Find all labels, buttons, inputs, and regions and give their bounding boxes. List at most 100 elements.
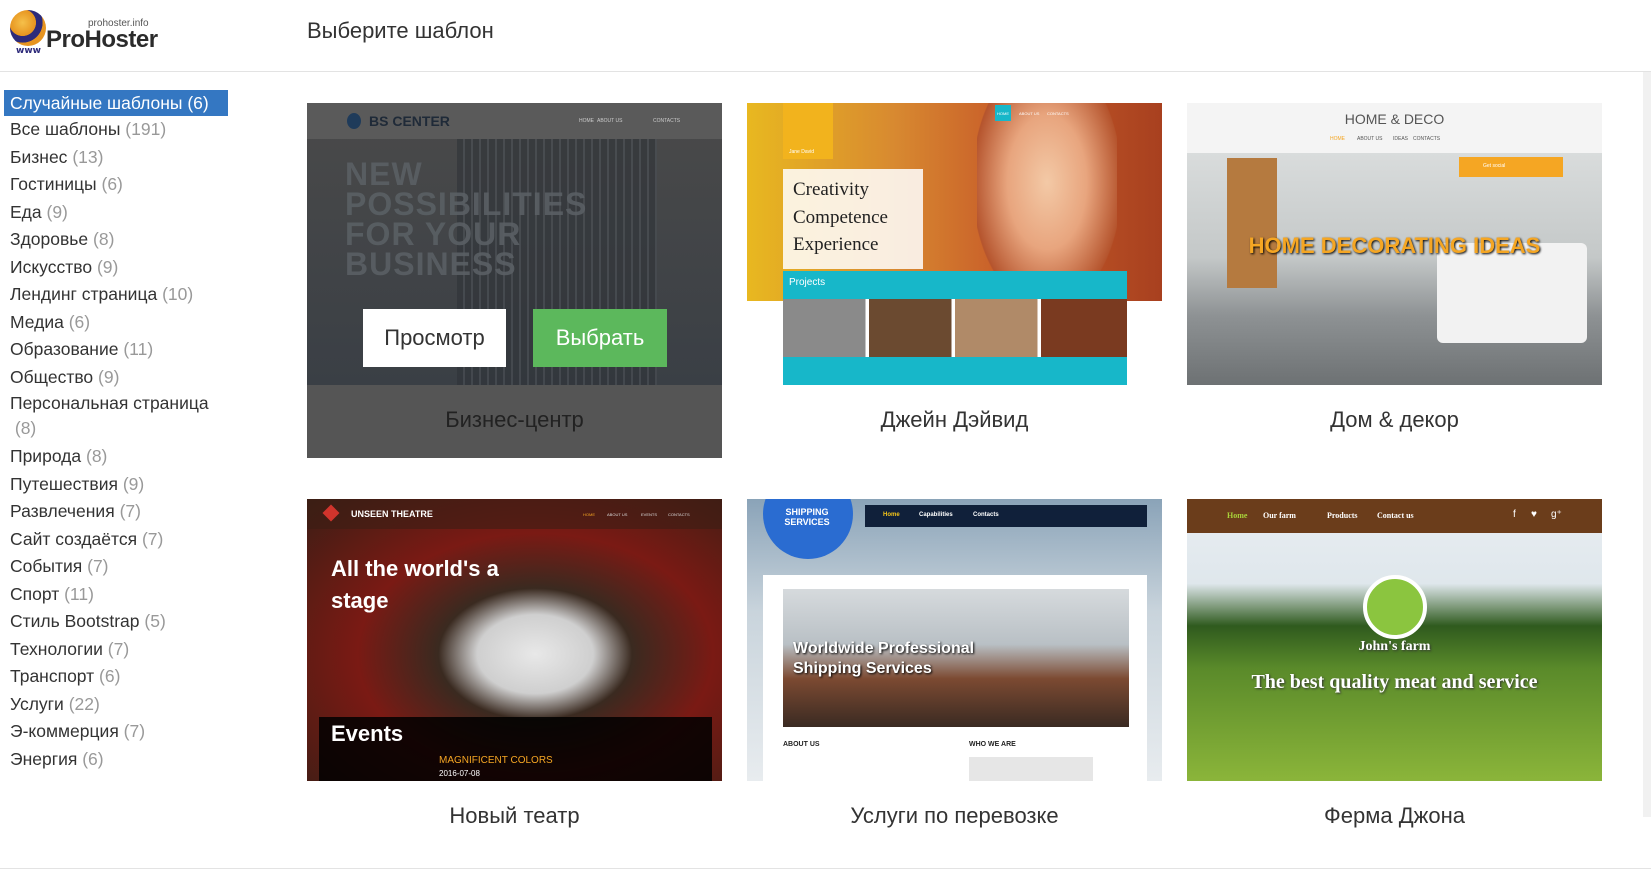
thumb-event-name: MAGNIFICENT COLORS: [439, 755, 553, 766]
thumb-brand: UNSEEN THEATRE: [351, 509, 433, 519]
facebook-icon[interactable]: f: [1513, 509, 1516, 520]
thumb-headline: The best quality meat and service: [1251, 671, 1538, 693]
template-card-home-deco[interactable]: HOME & DECO HOME ABOUT US IDEAS CONTACTS…: [1187, 103, 1602, 458]
thumb-section: Projects: [789, 277, 826, 288]
bs-logo-icon: [347, 113, 361, 129]
cow-logo-icon: [1363, 575, 1427, 639]
logo-www: www: [16, 46, 41, 56]
category-sidebar: Случайные шаблоны (6) Все шаблоны (191) …: [0, 90, 240, 773]
thumb-badge: SHIPPING SERVICES: [784, 507, 830, 527]
prohoster-logo[interactable]: prohoster.info ProHoster www: [10, 8, 160, 58]
category-society[interactable]: Общество (9): [0, 364, 240, 392]
thumb-line: Creativity: [793, 179, 869, 200]
thumb-line: Experience: [793, 234, 879, 255]
template-title[interactable]: Бизнес-центр: [307, 385, 722, 455]
thumb-nav-item: Capabilities: [919, 512, 953, 518]
thumb-nav-item: Products: [1327, 511, 1358, 520]
category-entertainment[interactable]: Развлечения (7): [0, 498, 240, 526]
thumb-nav-item: Home: [1227, 511, 1248, 520]
thumb-brand: HOME & DECO: [1344, 111, 1445, 127]
thumb-about: ABOUT US: [783, 741, 820, 748]
template-card-business-center[interactable]: BS CENTER HOME ABOUT US CONTACTS NEW POS…: [307, 103, 722, 458]
page-title: Выберите шаблон: [307, 18, 494, 43]
thumb-nav-item: CONTACTS: [668, 512, 690, 517]
category-services[interactable]: Услуги (22): [0, 691, 240, 719]
category-hotels[interactable]: Гостиницы (6): [0, 171, 240, 199]
thumb-nav-item: HOME: [583, 512, 595, 517]
thumb-nav-item: HOME: [579, 118, 594, 124]
thumb-nav-item: CONTACTS: [653, 118, 681, 124]
category-art[interactable]: Искусство (9): [0, 254, 240, 282]
header: prohoster.info ProHoster www Выберите ша…: [0, 0, 1651, 72]
template-card-jane-david[interactable]: Jane David HOME ABOUT US CONTACTS Creati…: [747, 103, 1162, 458]
category-under-construction[interactable]: Сайт создаётся (7): [0, 526, 240, 554]
category-ecommerce[interactable]: Э-коммерция (7): [0, 718, 240, 746]
twitter-icon[interactable]: ♥: [1531, 509, 1537, 520]
category-sport[interactable]: Спорт (11): [0, 581, 240, 609]
thumb-nav-item: CONTACTS: [1413, 136, 1441, 142]
thumb-name: John's farm: [1358, 639, 1431, 654]
projects-gallery: [783, 299, 1127, 357]
thumb-headline: All the world's a stage: [331, 556, 499, 613]
thumb-line: Competence: [793, 207, 888, 228]
template-thumbnail: HOME & DECO HOME ABOUT US IDEAS CONTACTS…: [1187, 103, 1602, 385]
template-card-shipping[interactable]: SHIPPING SERVICES Home Capabilities Cont…: [747, 499, 1162, 854]
category-education[interactable]: Образование (11): [0, 336, 240, 364]
template-title[interactable]: Новый театр: [307, 781, 722, 851]
category-energy[interactable]: Энергия (6): [0, 746, 240, 774]
template-thumbnail: Jane David HOME ABOUT US CONTACTS Creati…: [747, 103, 1162, 385]
template-title[interactable]: Дом & декор: [1187, 385, 1602, 455]
template-thumbnail: UNSEEN THEATRE HOME ABOUT US EVENTS CONT…: [307, 499, 722, 781]
thumb-nav-item: ABOUT US: [597, 118, 623, 124]
template-card-new-theatre[interactable]: UNSEEN THEATRE HOME ABOUT US EVENTS CONT…: [307, 499, 722, 854]
category-food[interactable]: Еда (9): [0, 199, 240, 227]
thumb-social: Get social: [1483, 163, 1506, 169]
thumb-headline: Worldwide Professional Shipping Services: [793, 640, 975, 677]
google-plus-icon[interactable]: g⁺: [1551, 509, 1562, 520]
template-title[interactable]: Ферма Джона: [1187, 781, 1602, 851]
category-random[interactable]: Случайные шаблоны (6): [4, 90, 228, 116]
thumb-headline: HOME DECORATING IDEAS: [1248, 233, 1541, 258]
category-events[interactable]: События (7): [0, 553, 240, 581]
thumb-logo-text: Jane David: [789, 149, 815, 155]
category-travel[interactable]: Путешествия (9): [0, 471, 240, 499]
thumb-events: Events: [331, 721, 404, 746]
category-technology[interactable]: Технологии (7): [0, 636, 240, 664]
globe-icon: [10, 10, 46, 46]
category-personal[interactable]: Персональная страница (8): [0, 391, 230, 443]
template-thumbnail: SHIPPING SERVICES Home Capabilities Cont…: [747, 499, 1162, 781]
thumb-nav-item: HOME: [997, 111, 1009, 116]
category-media[interactable]: Медиа (6): [0, 309, 240, 337]
template-title[interactable]: Услуги по перевозке: [747, 781, 1162, 851]
category-nature[interactable]: Природа (8): [0, 443, 240, 471]
template-card-johns-farm[interactable]: Home Our farm Products Contact us f ♥ g⁺…: [1187, 499, 1602, 854]
logo-name: ProHoster: [46, 26, 158, 53]
thumb-nav-item: CONTACTS: [1047, 111, 1069, 116]
category-business[interactable]: Бизнес (13): [0, 144, 240, 172]
footer-divider: [0, 868, 1651, 869]
team-photo: [969, 757, 1093, 781]
thumb-nav-item: Contact us: [1377, 511, 1414, 520]
thumb-headline: NEW POSSIBILITIES FOR YOUR BUSINESS: [345, 156, 588, 282]
select-button[interactable]: Выбрать: [533, 309, 667, 367]
thumb-nav-item: ABOUT US: [607, 512, 628, 517]
thumb-nav-item: Contacts: [973, 512, 999, 518]
thumb-nav-item: ABOUT US: [1357, 136, 1383, 142]
thumb-nav-item: Home: [883, 512, 900, 518]
category-bootstrap[interactable]: Стиль Bootstrap (5): [0, 608, 240, 636]
thumb-nav-item: Our farm: [1263, 511, 1296, 520]
thumb-brand: BS CENTER: [369, 113, 450, 129]
preview-button[interactable]: Просмотр: [363, 309, 506, 367]
page-scrollbar[interactable]: [1643, 72, 1651, 817]
thumb-nav-item: ABOUT US: [1019, 111, 1040, 116]
thumb-event-date: 2016-07-08: [439, 769, 480, 778]
category-health[interactable]: Здоровье (8): [0, 226, 240, 254]
thumb-nav-item: HOME: [1330, 136, 1345, 142]
thumb-nav-item: EVENTS: [641, 512, 658, 517]
template-thumbnail: Home Our farm Products Contact us f ♥ g⁺…: [1187, 499, 1602, 781]
category-all[interactable]: Все шаблоны (191): [0, 116, 240, 144]
category-transport[interactable]: Транспорт (6): [0, 663, 240, 691]
thumb-nav-item: IDEAS: [1393, 136, 1409, 142]
template-title[interactable]: Джейн Дэйвид: [747, 385, 1162, 455]
category-landing[interactable]: Лендинг страница (10): [0, 281, 240, 309]
